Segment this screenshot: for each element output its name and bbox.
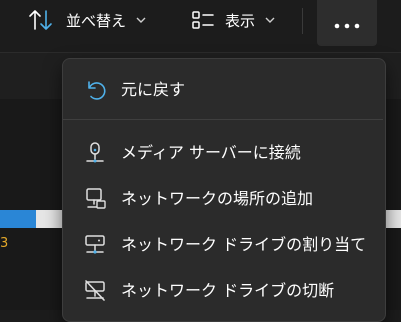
view-button[interactable]: 表示: [191, 0, 275, 40]
menu-item-connect-media-server[interactable]: メディア サーバーに接続: [69, 131, 377, 171]
menu-item-label: 元に戻す: [121, 80, 186, 99]
more-dots-icon: [334, 14, 360, 33]
menu-item-label: ネットワークの場所の追加: [121, 189, 314, 208]
network-location-icon: [83, 187, 107, 211]
command-bar: 並べ替え 表示: [0, 0, 401, 46]
menu-item-label: ネットワーク ドライブの切断: [121, 281, 335, 300]
menu-item-undo[interactable]: 元に戻す: [69, 68, 377, 108]
sort-button[interactable]: 並べ替え: [28, 0, 146, 40]
menu-item-map-network-drive[interactable]: ネットワーク ドライブの割り当て: [69, 223, 377, 263]
menu-item-label: ネットワーク ドライブの割り当て: [121, 235, 367, 254]
map-network-drive-icon: [83, 233, 107, 257]
chevron-down-icon: [136, 16, 146, 24]
menu-item-add-network-location[interactable]: ネットワークの場所の追加: [69, 177, 377, 217]
view-button-label: 表示: [225, 11, 256, 30]
menu-separator: [63, 119, 383, 120]
menu-item-label: メディア サーバーに接続: [121, 143, 301, 162]
undo-icon: [83, 78, 107, 102]
chevron-down-icon: [265, 16, 275, 24]
menu-item-disconnect-network-drive[interactable]: ネットワーク ドライブの切断: [69, 269, 377, 309]
media-server-icon: [83, 141, 107, 165]
toolbar-divider: [302, 8, 303, 34]
sort-button-label: 並べ替え: [66, 11, 127, 30]
see-more-button[interactable]: [317, 0, 377, 46]
drive-capacity-fill: [0, 210, 37, 228]
sort-arrows-icon: [28, 9, 54, 31]
view-list-icon: [191, 9, 215, 31]
drive-label-fragment: 3: [0, 236, 9, 251]
overflow-menu: 元に戻す メディア サーバーに接続 ネットワークの場所の追加 ネットワーク ドラ…: [62, 58, 386, 322]
disconnect-network-drive-icon: [83, 279, 107, 303]
